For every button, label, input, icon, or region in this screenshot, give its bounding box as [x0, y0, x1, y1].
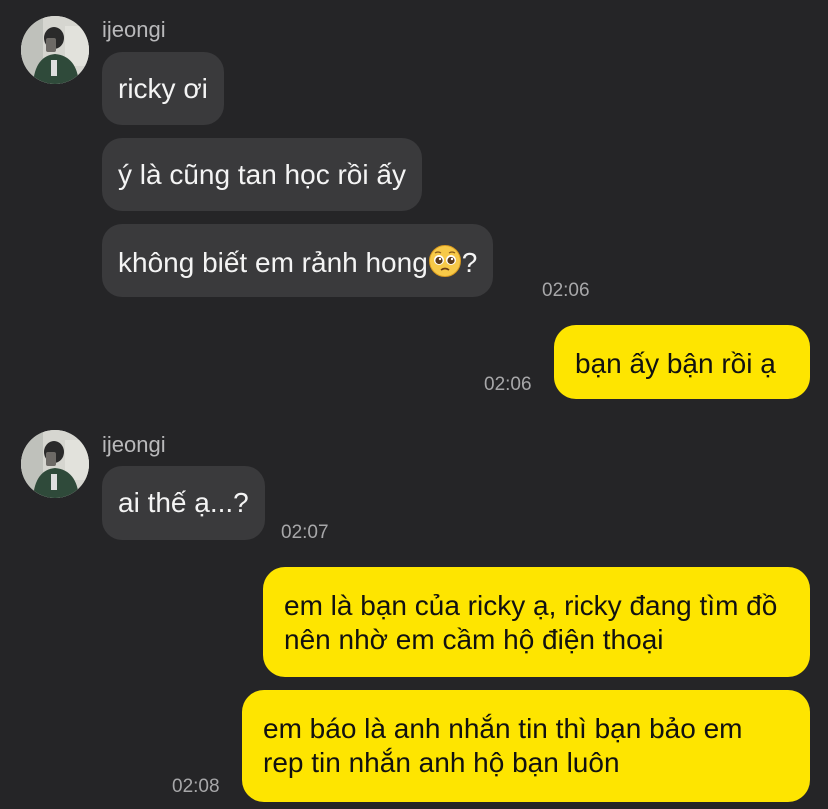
incoming-message-bubble[interactable]: ai thế ạ...?	[102, 466, 265, 540]
message-text: bạn ấy bận rồi ạ	[575, 348, 776, 379]
avatar-photo	[21, 16, 89, 84]
outgoing-message-bubble[interactable]: em báo là anh nhắn tin thì bạn bảo em re…	[242, 690, 810, 802]
sender-avatar[interactable]	[21, 430, 89, 498]
sender-avatar[interactable]	[21, 16, 89, 84]
message-text: ai thế ạ...?	[118, 487, 249, 518]
message-timestamp: 02:08	[172, 776, 220, 797]
incoming-message-bubble[interactable]: không biết em rảnh hong ?	[102, 224, 494, 297]
message-timestamp: 02:06	[542, 280, 590, 301]
message-text-suffix: ?	[461, 247, 478, 278]
sender-name: ijeongi	[102, 432, 166, 457]
message-text: em là bạn của ricky ạ, ricky đang tìm đồ…	[284, 590, 778, 655]
incoming-message-bubble[interactable]: ricky ơi	[102, 52, 224, 125]
outgoing-message-bubble[interactable]: bạn ấy bận rồi ạ	[554, 325, 810, 399]
message-timestamp: 02:06	[484, 374, 532, 395]
outgoing-message-bubble[interactable]: em là bạn của ricky ạ, ricky đang tìm đồ…	[263, 567, 810, 677]
message-text: ricky ơi	[118, 73, 208, 104]
message-text: không biết em rảnh hong	[118, 247, 428, 278]
message-text: em báo là anh nhắn tin thì bạn bảo em re…	[263, 713, 743, 778]
incoming-message-bubble[interactable]: ý là cũng tan học rồi ấy	[102, 138, 422, 211]
avatar-photo	[21, 430, 89, 498]
pleading-face-emoji	[428, 245, 461, 277]
sender-name: ijeongi	[102, 17, 166, 42]
message-text: ý là cũng tan học rồi ấy	[118, 159, 406, 190]
message-timestamp: 02:07	[281, 522, 329, 543]
